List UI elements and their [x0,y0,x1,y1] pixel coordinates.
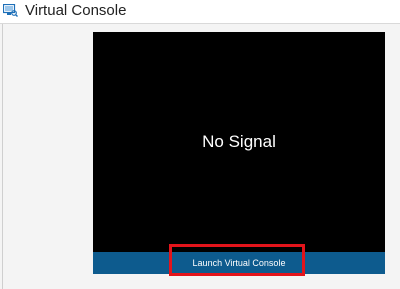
highlight-annotation-box [169,244,305,276]
page-header: Virtual Console [0,0,400,24]
no-signal-message: No Signal [202,132,276,151]
page-title: Virtual Console [25,2,127,19]
panel-left-border [2,24,3,289]
console-monitor-icon [3,4,18,17]
console-preview-screen: No Signal [93,32,385,252]
